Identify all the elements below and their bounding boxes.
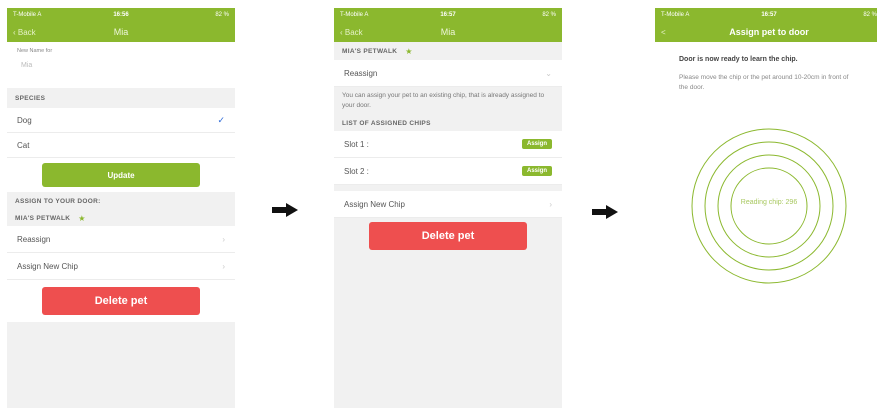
species-option-label: Cat bbox=[17, 140, 30, 150]
phone-screen-assign-pet: T-Mobile A 16:57 82 % < Assign pet to do… bbox=[655, 8, 877, 408]
checkmark-icon: ✓ bbox=[217, 114, 225, 125]
back-label: Back bbox=[344, 27, 363, 37]
nav-title: Assign pet to door bbox=[729, 27, 809, 37]
chevron-right-icon: › bbox=[549, 199, 552, 209]
star-icon: ★ bbox=[78, 213, 86, 223]
chevron-right-icon: › bbox=[222, 234, 225, 244]
name-field[interactable]: New Name for Mia bbox=[7, 42, 235, 88]
back-button[interactable]: ‹ Back bbox=[340, 22, 363, 42]
back-button[interactable]: ‹ Back bbox=[13, 22, 36, 42]
assign-new-chip-row[interactable]: Assign New Chip › bbox=[334, 191, 562, 218]
nav-bar: ‹ Back Mia bbox=[334, 22, 562, 42]
carrier: T-Mobile A bbox=[661, 12, 690, 18]
species-option-dog[interactable]: Dog ✓ bbox=[7, 108, 235, 133]
assign-door-label: ASSIGN TO YOUR DOOR: bbox=[15, 197, 101, 205]
petwalk-label: MIA'S PETWALK bbox=[342, 47, 398, 55]
battery: 82 % bbox=[863, 12, 877, 18]
slot-label: Slot 1 : bbox=[344, 139, 369, 149]
species-option-cat[interactable]: Cat bbox=[7, 133, 235, 158]
status-bar: T-Mobile A 16:57 82 % bbox=[334, 8, 562, 22]
nav-title: Mia bbox=[440, 27, 456, 37]
clock: 16:56 bbox=[113, 12, 129, 18]
chip-slot-2: Slot 2 : Assign bbox=[334, 158, 562, 185]
clock: 16:57 bbox=[440, 12, 456, 18]
assign-new-chip-label: Assign New Chip bbox=[17, 261, 78, 271]
battery: 82 % bbox=[215, 12, 229, 18]
scan-rings-icon bbox=[691, 128, 847, 284]
reassign-label: Reassign bbox=[17, 234, 51, 244]
instruction-text: Please move the chip or the pet around 1… bbox=[679, 74, 849, 91]
chevron-right-icon: › bbox=[222, 261, 225, 271]
nav-bar: ‹ Back Mia bbox=[7, 22, 235, 42]
phone-screen-edit-pet: T-Mobile A 16:56 82 % ‹ Back Mia New Nam… bbox=[7, 8, 235, 408]
reassign-row[interactable]: Reassign › bbox=[7, 226, 235, 253]
nav-bar: < Assign pet to door bbox=[655, 22, 877, 42]
back-button[interactable]: < bbox=[661, 22, 666, 42]
chip-slot-1: Slot 1 : Assign bbox=[334, 131, 562, 158]
name-field-value: Mia bbox=[21, 62, 33, 69]
assign-slot-1-button[interactable]: Assign bbox=[521, 139, 552, 149]
delete-pet-button[interactable]: Delete pet bbox=[42, 287, 200, 315]
back-label: Back bbox=[17, 27, 36, 37]
arrow-right-icon bbox=[272, 203, 298, 217]
delete-pet-button[interactable]: Delete pet bbox=[369, 222, 527, 250]
petwalk-label: MIA'S PETWALK bbox=[15, 214, 71, 222]
arrow-right-icon bbox=[592, 205, 618, 219]
clock: 16:57 bbox=[761, 12, 777, 18]
carrier: T-Mobile A bbox=[13, 12, 42, 18]
nav-title: Mia bbox=[113, 27, 129, 37]
phone-screen-reassign: T-Mobile A 16:57 82 % ‹ Back Mia MIA'S P… bbox=[334, 8, 562, 408]
assign-new-chip-label: Assign New Chip bbox=[344, 199, 405, 209]
species-option-label: Dog bbox=[17, 115, 32, 125]
scan-status: Reading chip: 296 bbox=[740, 199, 798, 206]
status-bar: T-Mobile A 16:57 82 % bbox=[655, 8, 877, 22]
reassign-dropdown[interactable]: Reassign ⌄ bbox=[334, 60, 562, 87]
status-bar: T-Mobile A 16:56 82 % bbox=[7, 8, 235, 22]
reassign-label: Reassign bbox=[344, 68, 378, 78]
chevron-down-icon: ⌄ bbox=[545, 68, 552, 78]
reassign-info: You can assign your pet to an existing c… bbox=[342, 92, 545, 109]
assign-slot-2-button[interactable]: Assign bbox=[521, 166, 552, 176]
assigned-chips-label: LIST OF ASSIGNED CHIPS bbox=[342, 119, 431, 127]
battery: 82 % bbox=[542, 12, 556, 18]
assign-new-chip-row[interactable]: Assign New Chip › bbox=[7, 253, 235, 280]
star-icon: ★ bbox=[405, 46, 413, 56]
ready-heading: Door is now ready to learn the chip. bbox=[679, 56, 798, 63]
update-button[interactable]: Update bbox=[42, 163, 200, 187]
slot-label: Slot 2 : bbox=[344, 166, 369, 176]
name-field-label: New Name for bbox=[17, 48, 53, 54]
species-label: SPECIES bbox=[15, 94, 46, 102]
carrier: T-Mobile A bbox=[340, 12, 369, 18]
